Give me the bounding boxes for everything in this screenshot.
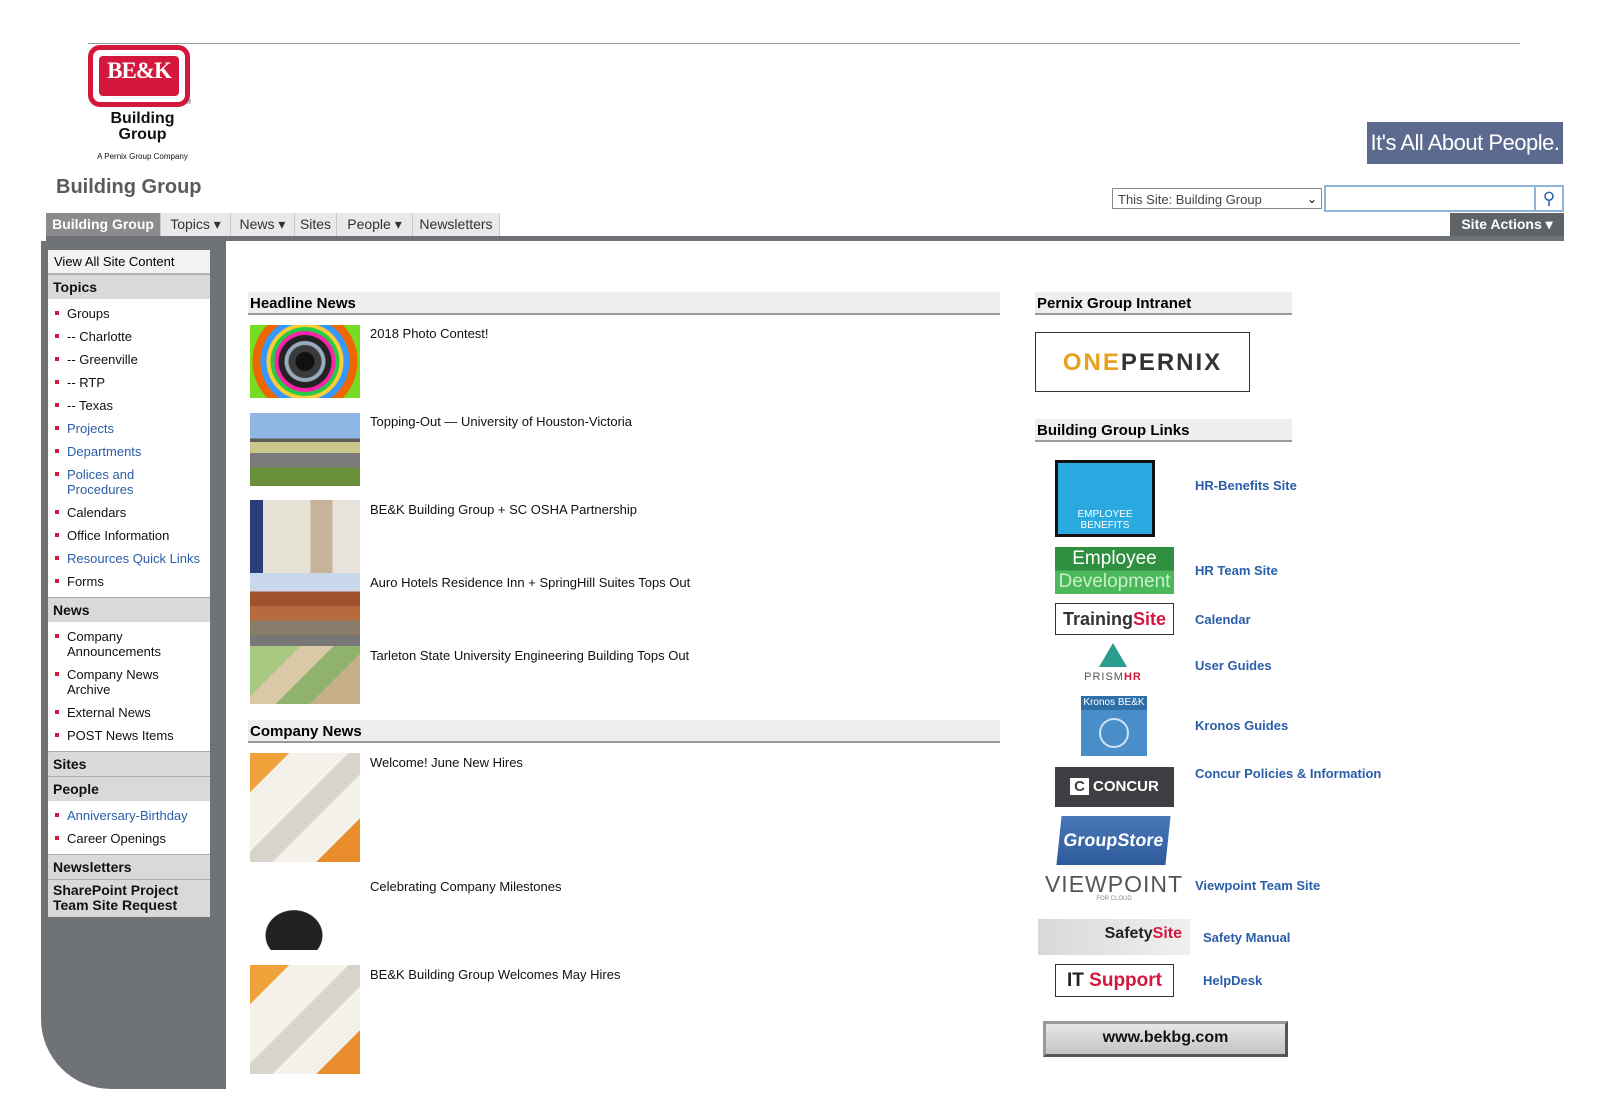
search-input[interactable] [1324,185,1536,212]
link-kronos-guides[interactable]: Kronos Guides [1195,718,1288,733]
leftnav-item[interactable]: -- Charlotte [48,325,210,348]
concur-logo[interactable]: C CONCUR [1055,767,1174,807]
leftnav-heading-people[interactable]: People [48,776,210,801]
stopwatch-icon [1099,718,1129,748]
leftnav-heading-news[interactable]: News [48,597,210,622]
headline-thumb-tarleton[interactable] [250,646,360,704]
nav-news[interactable]: News ▾ [231,213,295,236]
kronos-logo[interactable]: Kronos BE&K [1081,696,1147,756]
site-actions-menu[interactable]: Site Actions ▾ [1450,213,1564,236]
leftnav-item[interactable]: Resources Quick Links [48,547,210,570]
nav-newsletters[interactable]: Newsletters [413,213,500,236]
leftnav-item[interactable]: -- Texas [48,394,210,417]
headline-thumb-photo-contest[interactable] [250,325,360,398]
pernix-intranet-heading: Pernix Group Intranet [1035,292,1292,315]
company-news-heading: Company News [248,720,1000,743]
nav-people[interactable]: People ▾ [337,213,413,236]
company-news-link[interactable]: BE&K Building Group Welcomes May Hires [370,967,620,982]
company-thumb-milestones[interactable] [250,877,360,950]
leftnav-heading-newsletters[interactable]: Newsletters [48,854,210,879]
headline-link[interactable]: BE&K Building Group + SC OSHA Partnershi… [370,502,637,517]
onepernix-logo[interactable]: ONEPERNIX [1035,332,1250,392]
training-site-logo[interactable]: TrainingSite [1055,603,1174,635]
leftnav-item[interactable]: External News [48,701,210,724]
logo-name: Building Group [110,110,175,143]
leftnav-item[interactable]: -- RTP [48,371,210,394]
site-title[interactable]: Building Group [56,176,202,199]
headline-thumb-auro-hotels[interactable] [250,573,360,646]
leftnav-item[interactable]: Company News Archive [48,663,210,701]
prismhr-logo[interactable]: PRISMHR [1078,643,1148,687]
header-divider [88,43,1520,44]
employee-development-logo[interactable]: Employee Development [1055,547,1174,594]
leftnav-item[interactable]: Polices and Procedures [48,463,210,501]
leftnav-heading-sharepoint-request[interactable]: SharePoint Project Team Site Request [48,879,210,917]
link-hr-benefits-site[interactable]: HR-Benefits Site [1195,478,1297,493]
prism-triangle-icon [1099,643,1127,667]
slogan-banner: It's All About People. [1367,122,1563,164]
headline-link[interactable]: Topping-Out — University of Houston-Vict… [370,414,632,429]
link-safety-manual[interactable]: Safety Manual [1203,930,1290,945]
nav-sites[interactable]: Sites [295,213,337,236]
building-group-links-heading: Building Group Links [1035,419,1292,442]
leftnav-item[interactable]: Office Information [48,524,210,547]
company-news-link[interactable]: Welcome! June New Hires [370,755,523,770]
headline-link[interactable]: 2018 Photo Contest! [370,326,489,341]
chevron-down-icon: ⌄ [1306,192,1317,206]
link-helpdesk[interactable]: HelpDesk [1203,973,1262,988]
leftnav-item[interactable]: Calendars [48,501,210,524]
headline-thumb-osha[interactable] [250,500,360,573]
bekbg-website-button[interactable]: www.bekbg.com [1043,1021,1288,1057]
logo-badge-text: BE&K [107,58,172,83]
leftnav-item[interactable]: -- Greenville [48,348,210,371]
leftnav-item[interactable]: Forms [48,570,210,593]
headline-news-heading: Headline News [248,292,1000,315]
leftnav-item[interactable]: Career Openings [48,827,210,850]
search-button[interactable]: ⚲ [1536,185,1564,212]
nav-topics[interactable]: Topics ▾ [161,213,231,236]
logo-registered-mark: ® [186,99,192,106]
leftnav-item[interactable]: Departments [48,440,210,463]
link-viewpoint-team-site[interactable]: Viewpoint Team Site [1195,878,1320,893]
leftnav-heading-topics[interactable]: Topics [48,274,210,299]
headline-link[interactable]: Auro Hotels Residence Inn + SpringHill S… [370,575,690,590]
leftnav-item[interactable]: Company Announcements [48,625,210,663]
quick-launch: View All Site Content Topics Groups -- C… [48,250,210,917]
link-hr-team-site[interactable]: HR Team Site [1195,563,1278,578]
leftnav-item[interactable]: Projects [48,417,210,440]
headline-thumb-uhv[interactable] [250,413,360,486]
link-user-guides[interactable]: User Guides [1195,658,1272,673]
company-thumb-june-hires[interactable] [250,753,360,862]
link-calendar[interactable]: Calendar [1195,612,1251,627]
bek-logo[interactable]: BE&K ® Building Group A Pernix Group Comp… [80,45,205,170]
safety-site-logo[interactable]: SafetySite [1038,919,1190,955]
main-content [226,249,1564,1120]
search-scope-select[interactable]: This Site: Building Group ⌄ [1112,188,1322,209]
leftnav-heading-sites[interactable]: Sites [48,751,210,776]
view-all-site-content[interactable]: View All Site Content [48,250,210,274]
logo-tagline: A Pernix Group Company [97,152,188,161]
nav-divider [46,236,1564,241]
link-concur-policies[interactable]: Concur Policies & Information [1195,766,1381,781]
viewpoint-logo[interactable]: VIEWPOINT FOR CLOUD [1044,872,1184,908]
leftnav-item[interactable]: POST News Items [48,724,210,747]
employee-benefits-logo[interactable]: EMPLOYEE BENEFITS [1055,460,1155,537]
leftnav-item[interactable]: Anniversary-Birthday [48,804,210,827]
logo-badge: BE&K [88,45,190,107]
company-thumb-may-hires[interactable] [250,965,360,1074]
headline-link[interactable]: Tarleton State University Engineering Bu… [370,648,689,663]
nav-building-group[interactable]: Building Group [46,213,161,236]
leftnav-item[interactable]: Groups [48,302,210,325]
company-news-link[interactable]: Celebrating Company Milestones [370,879,561,894]
it-support-logo[interactable]: IT Support [1055,964,1174,997]
groupstore-logo[interactable]: GroupStore [1056,816,1171,865]
search-icon: ⚲ [1542,189,1556,208]
